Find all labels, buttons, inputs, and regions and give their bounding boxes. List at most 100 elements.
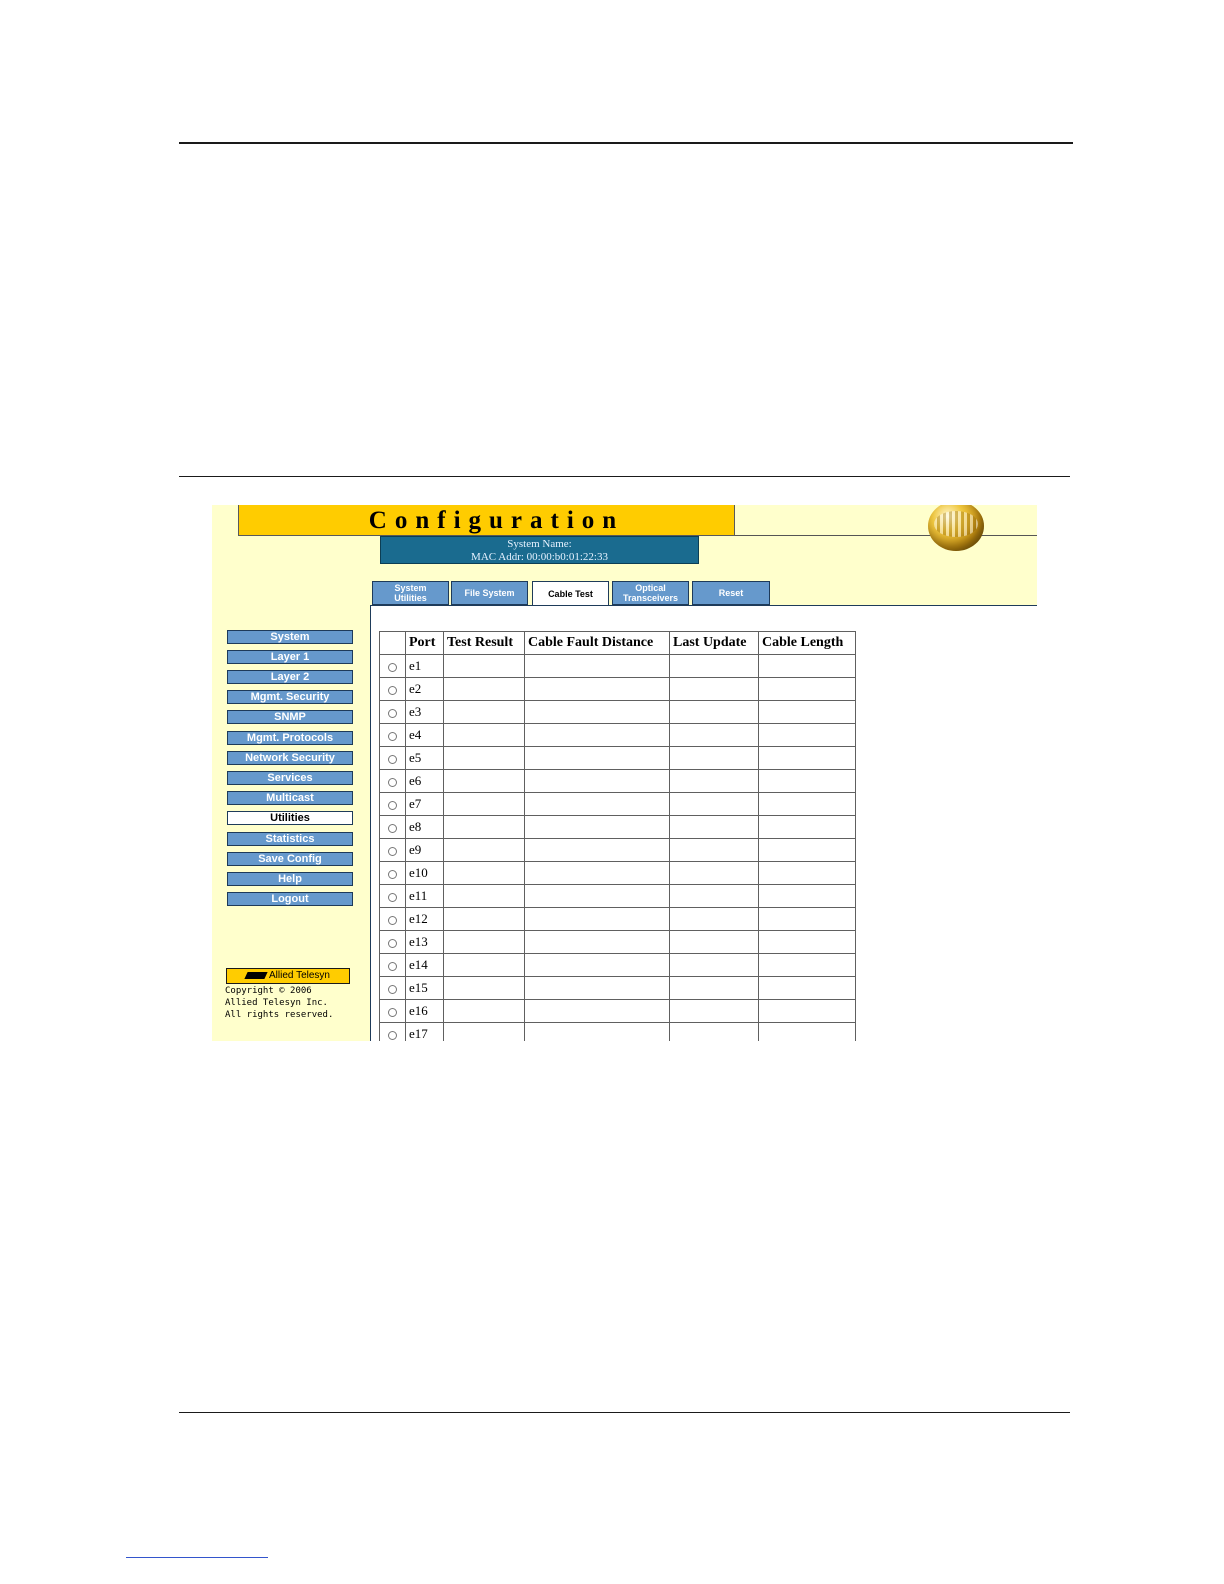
- port-cell: e8: [405, 815, 444, 839]
- globe-logo-icon: [928, 505, 984, 551]
- tab-label: File System: [464, 588, 515, 598]
- select-cell: [379, 838, 406, 862]
- tab-optical-transceivers[interactable]: Optical Transceivers: [612, 581, 689, 605]
- port-cell: e11: [405, 884, 444, 908]
- logo-mark: [244, 971, 268, 979]
- empty-cell: [758, 792, 856, 816]
- tab-label: Utilities: [394, 593, 427, 603]
- system-info-box: System Name: MAC Addr: 00:00:b0:01:22:33: [380, 536, 699, 564]
- copyright-line: Allied Telesyn Inc.: [225, 998, 328, 1008]
- system-name-label: System Name:: [507, 538, 572, 550]
- tab-label: System: [394, 583, 427, 593]
- port-cell: e6: [405, 769, 444, 793]
- radio-icon[interactable]: [388, 685, 397, 695]
- sidebar-item-layer-2[interactable]: Layer 2: [227, 670, 353, 684]
- header-divider: [735, 535, 1037, 536]
- radio-icon[interactable]: [388, 754, 397, 764]
- port-cell: e9: [405, 838, 444, 862]
- column-header: Last Update: [669, 631, 759, 655]
- empty-cell: [524, 700, 670, 724]
- sidebar-item-multicast[interactable]: Multicast: [227, 791, 353, 805]
- empty-cell: [758, 769, 856, 793]
- table-row: e12: [379, 907, 856, 931]
- sidebar-item-logout[interactable]: Logout: [227, 892, 353, 906]
- select-cell: [379, 746, 406, 770]
- table-row: e13: [379, 930, 856, 954]
- radio-icon[interactable]: [388, 938, 397, 948]
- empty-cell: [524, 953, 670, 977]
- empty-cell: [443, 953, 525, 977]
- empty-cell: [443, 700, 525, 724]
- empty-cell: [524, 769, 670, 793]
- radio-icon[interactable]: [388, 823, 397, 833]
- tab-system-utilities[interactable]: System Utilities: [372, 581, 449, 605]
- empty-cell: [758, 861, 856, 885]
- select-cell: [379, 677, 406, 701]
- port-cell: e7: [405, 792, 444, 816]
- table-row: e17: [379, 1022, 856, 1041]
- select-cell: [379, 953, 406, 977]
- column-header: Cable Length: [758, 631, 856, 655]
- radio-icon[interactable]: [388, 1030, 397, 1040]
- empty-cell: [669, 700, 759, 724]
- sidebar-item-services[interactable]: Services: [227, 771, 353, 785]
- page-section-rule: [179, 476, 1070, 477]
- tab-file-system[interactable]: File System: [451, 581, 528, 605]
- empty-cell: [524, 999, 670, 1023]
- sidebar-item-system[interactable]: System: [227, 630, 353, 644]
- select-cell: [379, 815, 406, 839]
- radio-icon[interactable]: [388, 662, 397, 672]
- sidebar-item-network-security[interactable]: Network Security: [227, 751, 353, 765]
- empty-cell: [669, 654, 759, 678]
- sidebar-item-statistics[interactable]: Statistics: [227, 832, 353, 846]
- copyright-line: All rights reserved.: [225, 1010, 334, 1020]
- screenshot-window: Configuration System Name: MAC Addr: 00:…: [212, 505, 1037, 1041]
- select-cell: [379, 654, 406, 678]
- radio-icon[interactable]: [388, 984, 397, 994]
- allied-telesyn-logo-icon[interactable]: Allied Telesyn: [226, 968, 350, 984]
- port-cell: e3: [405, 700, 444, 724]
- empty-cell: [443, 746, 525, 770]
- empty-cell: [669, 815, 759, 839]
- radio-icon[interactable]: [388, 892, 397, 902]
- sidebar-item-layer-1[interactable]: Layer 1: [227, 650, 353, 664]
- select-column-header: [379, 631, 406, 655]
- tab-cable-test[interactable]: Cable Test: [532, 581, 609, 606]
- empty-cell: [758, 654, 856, 678]
- tab-reset[interactable]: Reset: [692, 581, 770, 605]
- select-cell: [379, 700, 406, 724]
- radio-icon[interactable]: [388, 800, 397, 810]
- radio-icon[interactable]: [388, 777, 397, 787]
- sidebar-item-snmp[interactable]: SNMP: [227, 710, 353, 724]
- port-cell: e16: [405, 999, 444, 1023]
- port-cell: e5: [405, 746, 444, 770]
- radio-icon[interactable]: [388, 961, 397, 971]
- radio-icon[interactable]: [388, 846, 397, 856]
- radio-icon[interactable]: [388, 708, 397, 718]
- radio-icon[interactable]: [388, 869, 397, 879]
- empty-cell: [524, 976, 670, 1000]
- table-row: e10: [379, 861, 856, 885]
- table-row: e6: [379, 769, 856, 793]
- empty-cell: [443, 838, 525, 862]
- table-row: e1: [379, 654, 856, 678]
- empty-cell: [524, 677, 670, 701]
- sidebar-item-save-config[interactable]: Save Config: [227, 852, 353, 866]
- empty-cell: [669, 999, 759, 1023]
- radio-icon[interactable]: [388, 915, 397, 925]
- empty-cell: [443, 907, 525, 931]
- sidebar-item-help[interactable]: Help: [227, 872, 353, 886]
- mac-addr-label: MAC Addr:: [471, 551, 524, 563]
- table-row: e16: [379, 999, 856, 1023]
- table-row: e8: [379, 815, 856, 839]
- select-cell: [379, 723, 406, 747]
- radio-icon[interactable]: [388, 1007, 397, 1017]
- empty-cell: [758, 838, 856, 862]
- logo-text: Allied Telesyn: [269, 970, 330, 981]
- radio-icon[interactable]: [388, 731, 397, 741]
- sidebar-item-mgmt-security[interactable]: Mgmt. Security: [227, 690, 353, 704]
- page-top-rule: [179, 142, 1073, 144]
- table-header-row: Port Test Result Cable Fault Distance La…: [379, 631, 856, 655]
- sidebar-item-utilities[interactable]: Utilities: [227, 811, 353, 825]
- sidebar-item-mgmt-protocols[interactable]: Mgmt. Protocols: [227, 731, 353, 745]
